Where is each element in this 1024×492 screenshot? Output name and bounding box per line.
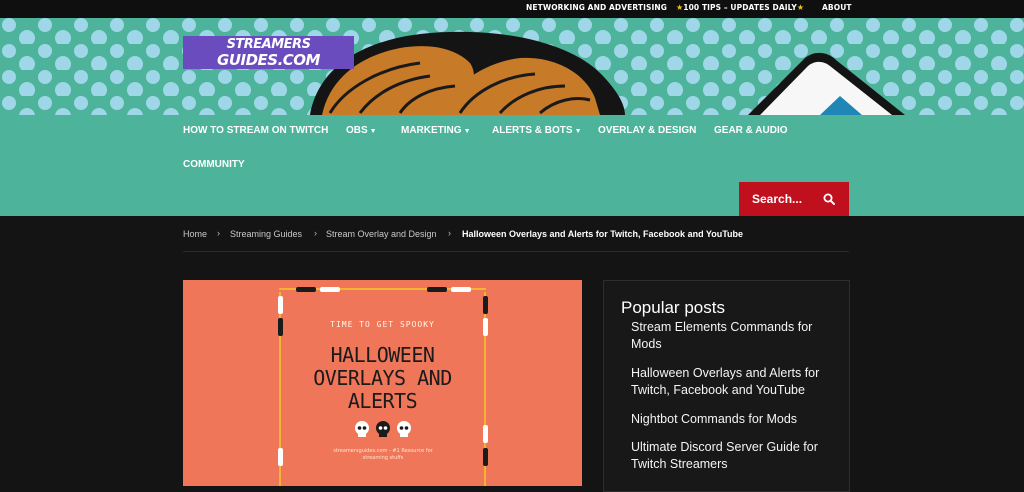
feature-title-line-1: HALLOWEEN [330,343,435,367]
skull-icons [355,421,411,437]
nav-item-label: MARKETING [401,125,462,136]
about-link[interactable]: ABOUT [822,0,852,18]
featured-image[interactable]: TIME TO GET SPOOKY HALLOWEEN OVERLAYS AN… [183,280,582,486]
feature-footer-text: streamersguides.com - #1 Resource for st… [333,448,433,461]
logo-line-1: STREAMERS [226,37,311,52]
popular-post-link[interactable]: Nightbot Commands for Mods [631,411,836,428]
chevron-down-icon: ▼ [369,128,377,135]
nav-item-label: OBS [346,125,368,136]
tips-link[interactable]: ★100 TIPS – UPDATES DAILY★ [676,0,804,18]
site-logo[interactable]: STREAMERS GUIDES.COM [183,36,354,69]
nav-item-obs[interactable]: OBS ▼ [346,125,377,136]
chevron-right-icon: › [448,228,451,238]
nav-item-community[interactable]: COMMUNITY [183,159,245,170]
popular-post-link[interactable]: Ultimate Discord Server Guide for Twitch… [631,439,836,473]
popular-posts-title: Popular posts [621,298,725,317]
chevron-down-icon: ▼ [463,128,471,135]
nav-item-gear-audio[interactable]: GEAR & AUDIO [714,125,788,136]
tips-label: 100 TIPS – UPDATES DAILY [683,3,797,12]
search-box[interactable]: Search... [739,182,849,216]
nav-item-label: COMMUNITY [183,159,245,170]
breadcrumb-divider [183,251,849,252]
search-placeholder: Search... [752,192,803,206]
breadcrumb-overlay-design[interactable]: Stream Overlay and Design [326,229,437,239]
popular-post-link[interactable]: Stream Elements Commands for Mods [631,319,836,353]
popular-posts-widget: Popular posts Stream Elements Commands f… [603,280,850,492]
skull-icon [397,421,411,437]
nav-item-label: HOW TO STREAM ON TWITCH [183,125,329,136]
nav-item-how-to-stream[interactable]: HOW TO STREAM ON TWITCH [183,125,328,136]
chevron-right-icon: › [314,228,317,238]
nav-item-marketing[interactable]: MARKETING ▼ [401,125,471,136]
hero-banner: STREAMERS GUIDES.COM [0,18,1024,115]
breadcrumb-streaming-guides[interactable]: Streaming Guides [230,229,302,239]
feature-title-line-2: OVERLAYS AND [313,366,452,390]
skull-icon [355,421,369,437]
top-bar: NETWORKING AND ADVERTISING ★100 TIPS – U… [0,0,1024,18]
chevron-down-icon: ▼ [574,128,582,135]
feature-title-line-3: ALERTS [347,389,418,413]
search-icon[interactable] [823,193,835,205]
nav-item-label: OVERLAY & DESIGN [598,125,697,136]
polka-dot-background [0,18,1024,115]
popular-post-link[interactable]: Halloween Overlays and Alerts for Twitch… [631,365,836,399]
nav-item-alerts-bots[interactable]: ALERTS & BOTS ▼ [492,125,582,136]
feature-subtitle: TIME TO GET SPOOKY [330,320,435,329]
networking-link[interactable]: NETWORKING AND ADVERTISING [526,0,667,18]
breadcrumb-home[interactable]: Home [183,229,207,239]
breadcrumb-current: Halloween Overlays and Alerts for Twitch… [462,229,744,239]
chevron-right-icon: › [217,228,220,238]
skull-icon [376,421,390,437]
nav-item-label: GEAR & AUDIO [714,125,788,136]
nav-item-overlay-design[interactable]: OVERLAY & DESIGN [598,125,696,136]
star-icon: ★ [796,3,805,12]
logo-line-2: GUIDES.COM [217,51,320,69]
nav-item-label: ALERTS & BOTS [492,125,573,136]
